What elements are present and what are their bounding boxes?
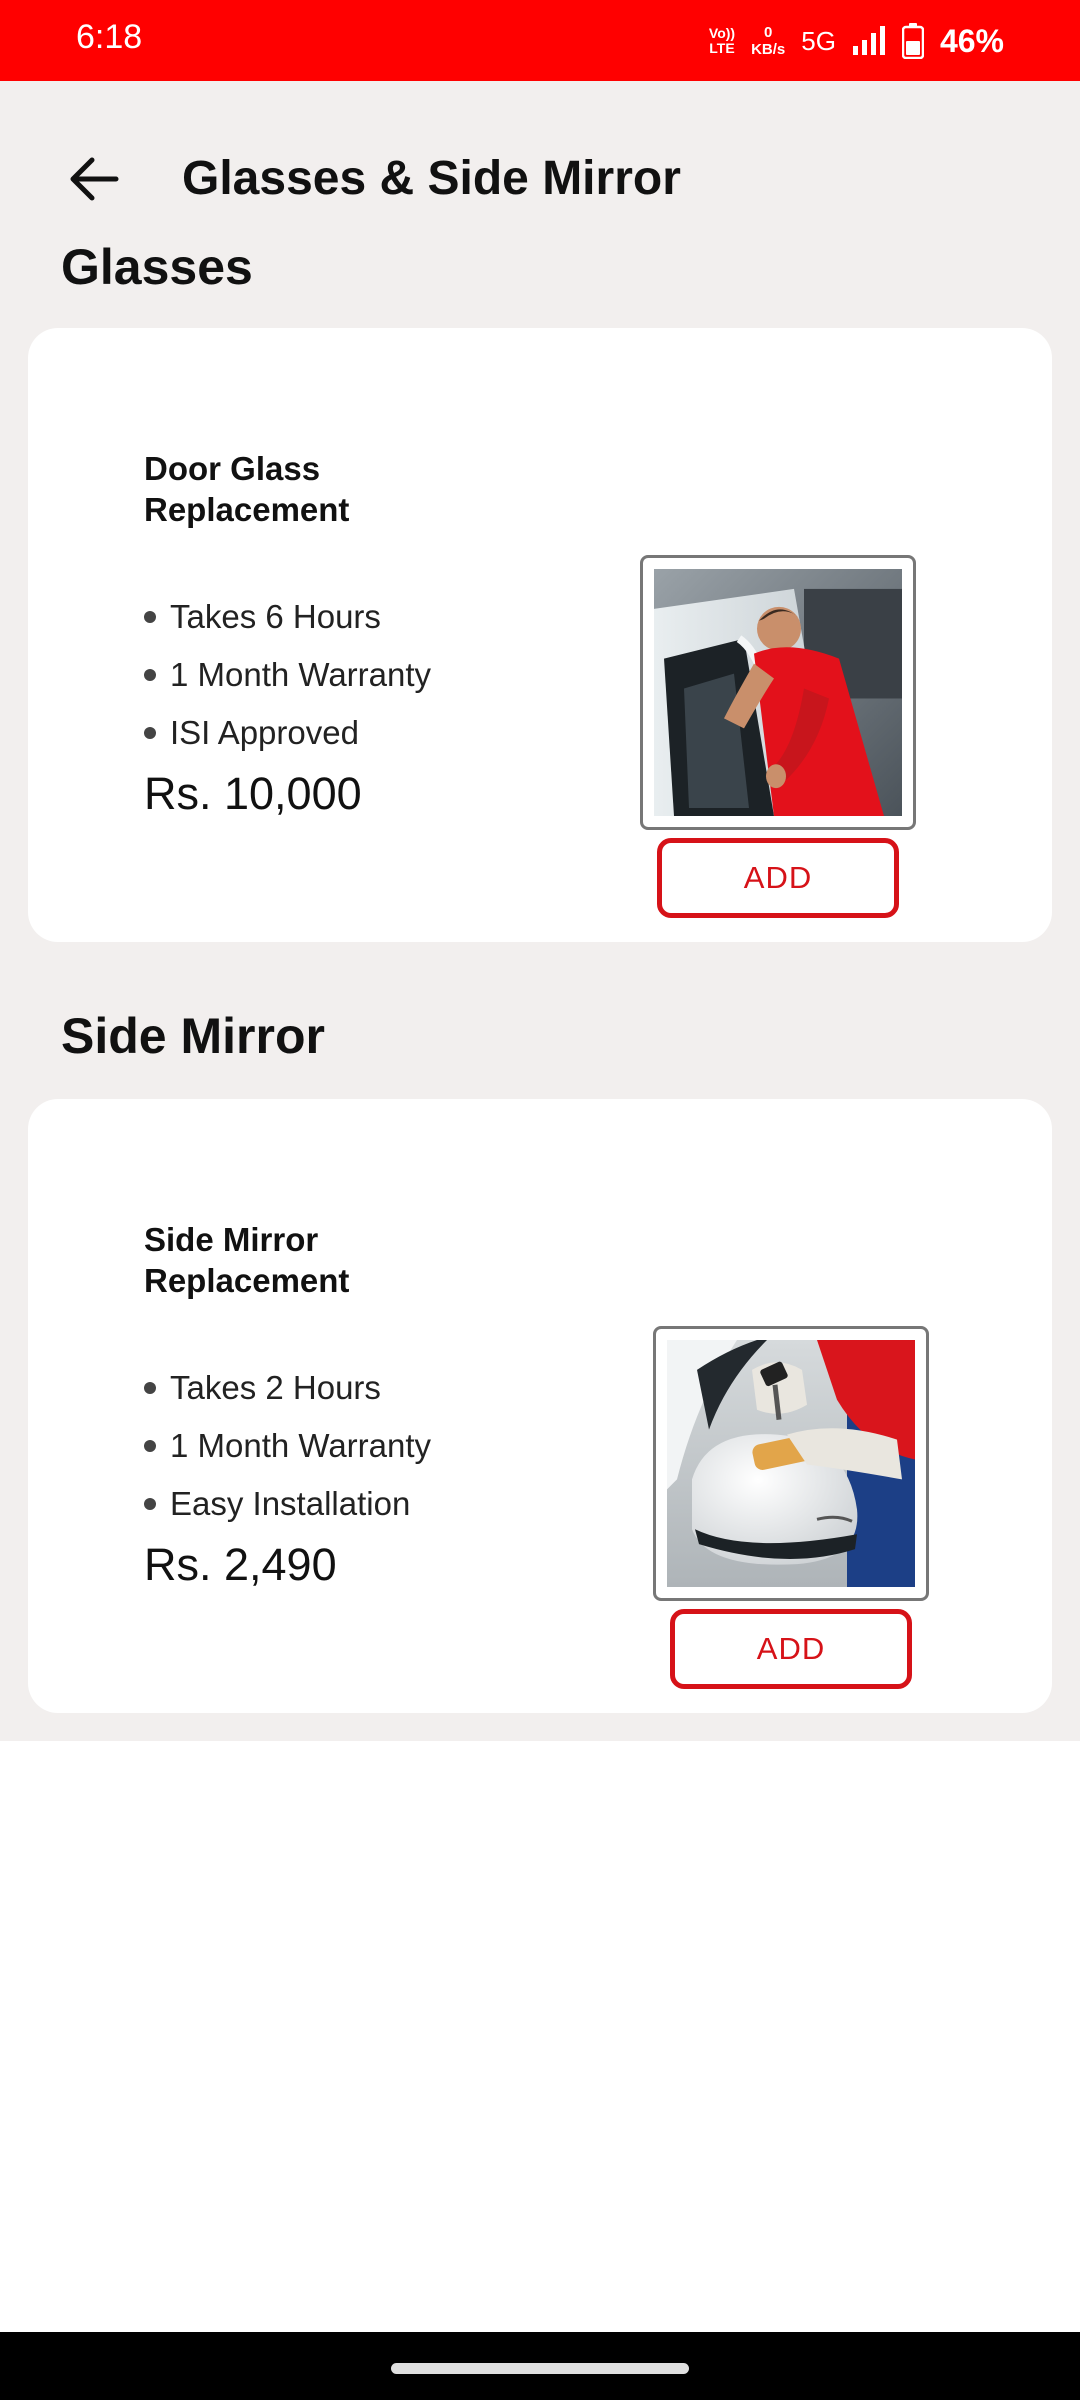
service-card-side-mirror: Side Mirror Replacement Takes 2 Hours 1 …	[28, 1099, 1052, 1713]
service-title: Side Mirror Replacement	[144, 1221, 350, 1299]
volte-indicator: Vo)) LTE	[708, 25, 736, 56]
signal-bars-icon	[852, 26, 885, 55]
service-title: Door Glass Replacement	[144, 450, 350, 528]
battery-icon	[901, 23, 924, 59]
feature-item: Easy Installation	[144, 1475, 431, 1533]
home-gesture-handle[interactable]	[391, 2363, 689, 2374]
feature-item: 1 Month Warranty	[144, 1417, 431, 1475]
battery-percent: 46%	[939, 22, 1004, 59]
feature-item: Takes 2 Hours	[144, 1359, 431, 1417]
navigation-bar	[0, 2332, 1080, 2400]
feature-item: ISI Approved	[144, 704, 431, 762]
page-title: Glasses & Side Mirror	[182, 152, 681, 205]
service-image-side-mirror	[653, 1326, 929, 1601]
feature-item: 1 Month Warranty	[144, 646, 431, 704]
section-title-glasses: Glasses	[61, 239, 253, 295]
add-button-door-glass[interactable]: ADD	[657, 838, 899, 918]
service-card-door-glass: Door Glass Replacement Takes 6 Hours 1 M…	[28, 328, 1052, 942]
status-time: 6:18	[76, 18, 143, 56]
add-button-side-mirror[interactable]: ADD	[670, 1609, 912, 1689]
service-price: Rs. 2,490	[144, 1539, 337, 1590]
network-speed: 0 KB/s	[751, 24, 786, 58]
back-button[interactable]	[58, 143, 130, 215]
service-price: Rs. 10,000	[144, 768, 362, 819]
feature-list: Takes 2 Hours 1 Month Warranty Easy Inst…	[144, 1359, 431, 1533]
status-icons: Vo)) LTE 0 KB/s 5G 46%	[709, 14, 1004, 68]
section-title-side-mirror: Side Mirror	[61, 1008, 325, 1064]
arrow-left-icon	[70, 157, 119, 201]
main-content: Glasses & Side Mirror Glasses Door Glass…	[0, 81, 1080, 1741]
status-bar: 6:18 Vo)) LTE 0 KB/s 5G 46%	[0, 0, 1080, 81]
feature-list: Takes 6 Hours 1 Month Warranty ISI Appro…	[144, 588, 431, 762]
network-type: 5G	[801, 25, 836, 56]
service-image-door-glass	[640, 555, 916, 830]
feature-item: Takes 6 Hours	[144, 588, 431, 646]
